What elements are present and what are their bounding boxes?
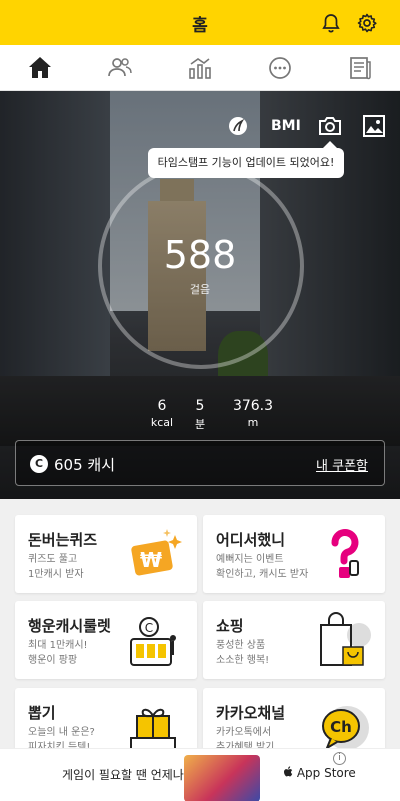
apple-icon	[284, 766, 293, 777]
calories-stat: 6 kcal	[150, 398, 174, 429]
step-count: 588	[163, 233, 237, 277]
slot-machine-icon: C	[127, 611, 185, 669]
svg-text:C: C	[145, 621, 153, 635]
friends-icon[interactable]	[106, 54, 134, 82]
gear-icon[interactable]	[356, 12, 378, 34]
update-tooltip[interactable]: 타임스탬프 기능이 업데이트 되었어요!	[148, 141, 344, 178]
main-tab-bar	[0, 45, 400, 91]
svg-text:₩: ₩	[140, 548, 162, 572]
roulette-card[interactable]: 행운캐시룰렛 최대 1만캐시! 행운이 팡팡 C	[15, 601, 197, 679]
cash-balance: 605 캐시	[54, 456, 115, 474]
my-coupons-link[interactable]: 내 쿠폰함	[316, 455, 368, 474]
question-mark-icon	[315, 525, 373, 583]
app-root: 홈 BMI 타임스탬프 기능이 업데이트 되었어요! 588 걸음 6 kcal…	[0, 0, 400, 801]
ad-info-icon[interactable]: i	[333, 752, 346, 765]
chart-icon[interactable]	[186, 54, 214, 82]
cash-coin-icon: C	[30, 455, 48, 473]
top-header: 홈	[0, 0, 400, 45]
image-icon[interactable]	[363, 113, 385, 139]
svg-text:Ch: Ch	[330, 718, 352, 736]
leaf-icon[interactable]	[228, 113, 248, 139]
app-store-label: App Store	[283, 766, 356, 780]
news-icon[interactable]	[346, 54, 374, 82]
bell-icon[interactable]	[320, 12, 342, 34]
shopping-card[interactable]: 쇼핑 풍성한 상품 소소한 행복!	[203, 601, 385, 679]
ad-text: 게임이 필요할 땐 언제나	[62, 768, 184, 782]
ad-game-image	[184, 755, 260, 801]
home-icon[interactable]	[26, 54, 54, 82]
shopping-bag-icon	[315, 611, 373, 669]
where-card[interactable]: 어디서했니 예뻐지는 이벤트 확인하고, 캐시도 받자	[203, 515, 385, 593]
cash-balance-bar[interactable]: C 605 캐시 내 쿠폰함	[15, 440, 385, 486]
minutes-stat: 5 분	[194, 398, 206, 431]
chat-icon[interactable]	[266, 54, 294, 82]
ad-banner[interactable]: 게임이 필요할 땐 언제나 App Store i	[0, 748, 400, 801]
quiz-coin-icon: ₩	[127, 525, 185, 583]
walking-hero: BMI 타임스탬프 기능이 업데이트 되었어요! 588 걸음 6 kcal 5…	[0, 91, 400, 499]
distance-stat: 376.3 m	[232, 398, 274, 429]
quiz-card[interactable]: 돈버는퀴즈 퀴즈도 풀고 1만캐시 받자 ₩	[15, 515, 197, 593]
step-count-label: 걸음	[189, 283, 211, 296]
bmi-button[interactable]: BMI	[271, 113, 301, 139]
camera-icon[interactable]	[318, 113, 342, 139]
